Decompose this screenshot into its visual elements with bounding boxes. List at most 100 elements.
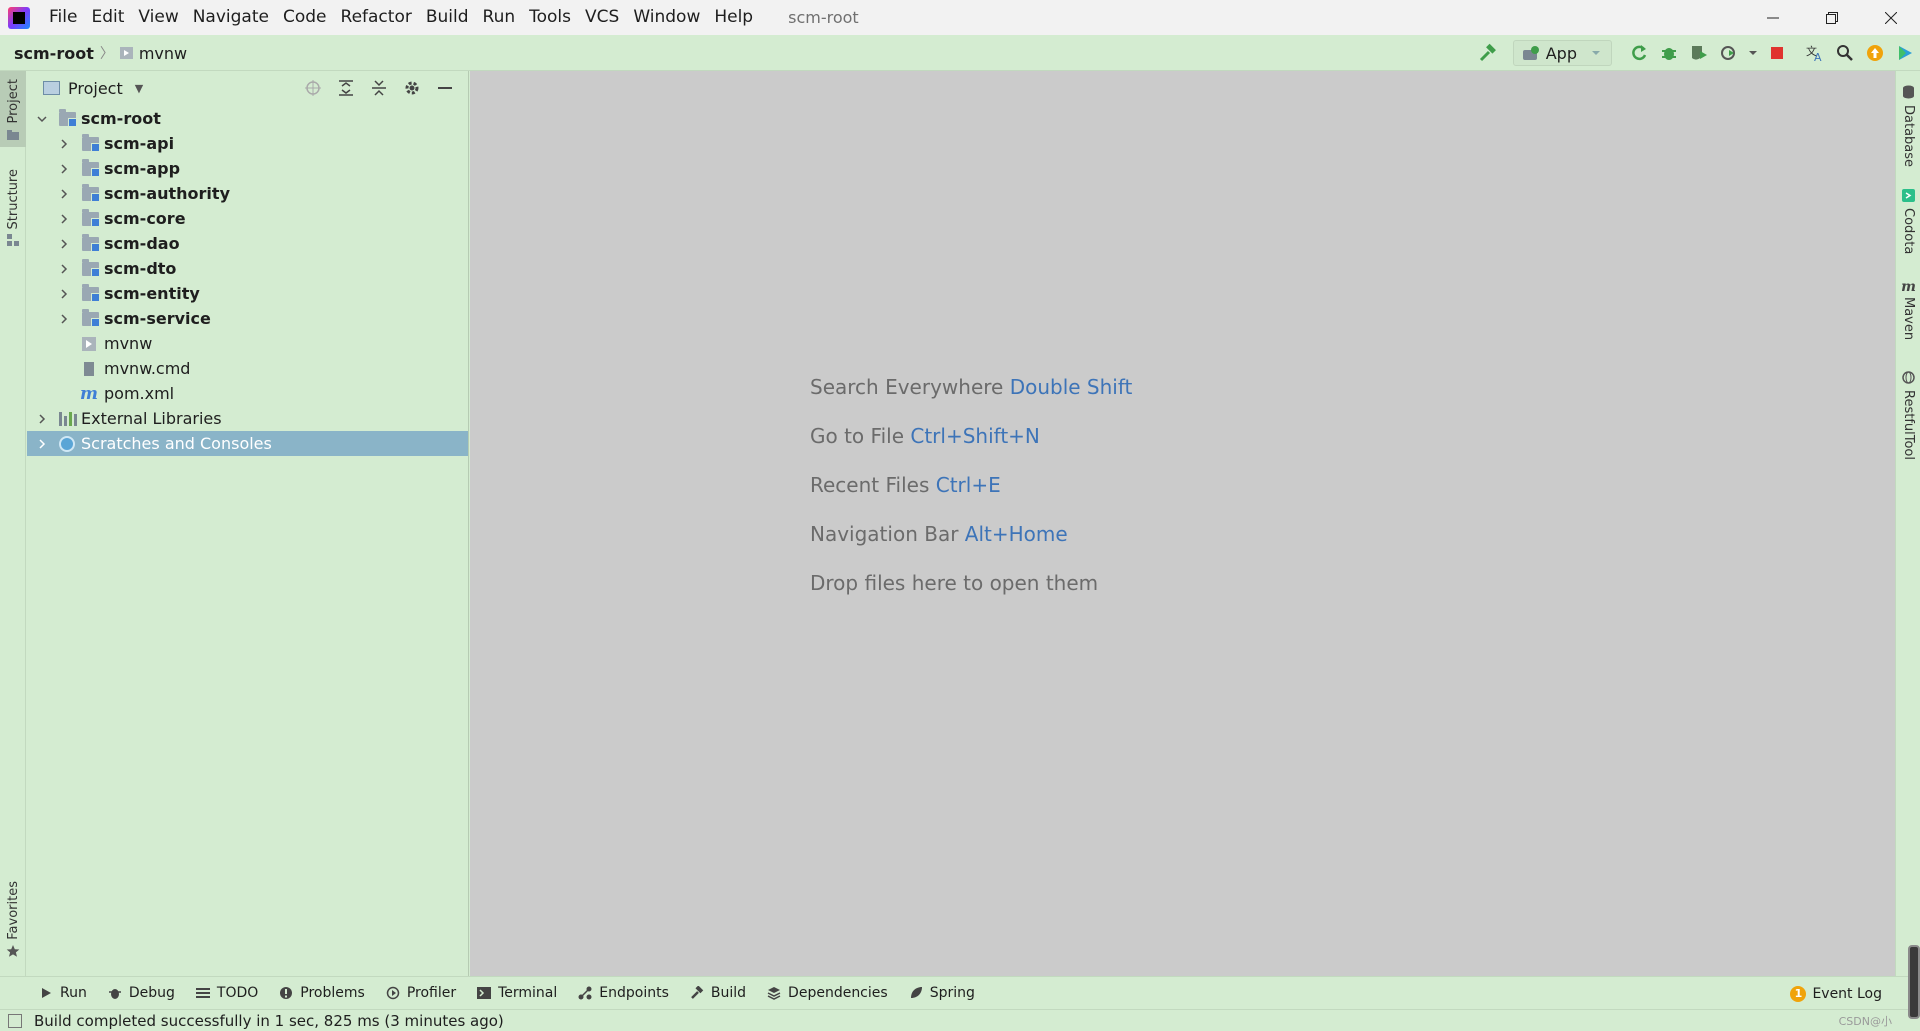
chevron-right-icon[interactable] [57,287,71,301]
chevron-right-icon[interactable] [57,162,71,176]
tool-tab-endpoints[interactable]: Endpoints [577,985,669,1001]
right-tool-strip: Database Codota m Maven RestfulTool [1895,71,1920,976]
profiler-icon [385,985,401,1001]
terminal-file-icon [82,336,96,351]
run-configuration-selector[interactable]: App [1512,40,1612,66]
search-everywhere-button[interactable] [1830,38,1860,68]
library-icon [59,411,77,426]
tool-tab-restfultool[interactable]: RestfulTool [1896,371,1920,460]
tool-tab-problems[interactable]: Problems [278,985,365,1001]
plugin-button[interactable] [1890,38,1920,68]
tool-tab-label: Dependencies [788,985,888,1001]
chevron-right-icon[interactable] [57,312,71,326]
toggle-tool-windows-button[interactable] [8,1013,22,1028]
memory-indicator[interactable] [1908,945,1920,1019]
close-window-button[interactable] [1862,0,1920,35]
tree-item-scm-service[interactable]: scm-service [27,306,468,331]
tool-tab-label: TODO [216,985,259,1001]
tool-tab-maven[interactable]: m Maven [1896,279,1920,340]
menu-file[interactable]: File [42,0,84,35]
editor-empty-hints: Search Everywhere Double Shift Go to Fil… [810,363,1132,608]
tool-tab-profiler[interactable]: Profiler [385,985,456,1001]
chevron-right-icon[interactable] [35,437,49,451]
tool-tab-event-log[interactable]: 1 Event Log [1790,977,1882,1010]
chevron-down-icon: ▼ [134,81,144,95]
build-project-button[interactable] [1473,38,1503,68]
tool-tab-debug[interactable]: Debug [107,985,175,1001]
tree-item-scm-entity[interactable]: scm-entity [27,281,468,306]
editor-area[interactable]: Search Everywhere Double Shift Go to Fil… [470,71,1895,976]
tree-item-external-libraries[interactable]: External Libraries [27,406,468,431]
menu-code[interactable]: Code [276,0,334,35]
update-button[interactable] [1860,38,1890,68]
panel-settings-button[interactable] [401,77,423,99]
breadcrumb-root[interactable]: scm-root [14,44,94,63]
tool-tab-todo[interactable]: TODO [195,985,258,1001]
hint-text: Drop files here to open them [810,571,1099,595]
menu-view[interactable]: View [131,0,185,35]
collapse-all-button[interactable] [368,77,390,99]
menu-refactor[interactable]: Refactor [334,0,419,35]
module-folder-icon [82,258,100,277]
tree-item-label: scm-api [104,134,175,153]
menu-edit[interactable]: Edit [84,0,131,35]
tree-item-scm-authority[interactable]: scm-authority [27,181,468,206]
menu-help[interactable]: Help [707,0,760,35]
coverage-button[interactable] [1684,38,1714,68]
tree-item-scm-app[interactable]: scm-app [27,156,468,181]
tree-item-scm-api[interactable]: scm-api [27,131,468,156]
chevron-right-icon[interactable] [57,237,71,251]
update-arrow-icon [1867,45,1883,61]
tool-tab-structure[interactable]: Structure [0,169,26,247]
debug-button[interactable] [1654,38,1684,68]
restore-button[interactable] [1803,0,1861,35]
tree-item-scratches-and-consoles[interactable]: Scratches and Consoles [27,431,468,456]
tool-tab-run[interactable]: Run [38,985,87,1001]
menu-navigate[interactable]: Navigate [186,0,276,35]
spring-boot-icon [1522,46,1539,60]
more-run-options-button[interactable] [1744,38,1762,68]
chevron-right-icon[interactable] [57,187,71,201]
tree-item-scm-dto[interactable]: scm-dto [27,256,468,281]
tree-item-scm-core[interactable]: scm-core [27,206,468,231]
tool-tab-terminal[interactable]: Terminal [476,985,557,1001]
project-view-selector[interactable]: Project ▼ [43,79,143,98]
tree-item-label: scm-authority [104,184,230,203]
tree-item-scm-root[interactable]: scm-root [27,106,468,131]
tool-tab-label: Build [710,985,747,1001]
chevron-right-icon[interactable] [57,212,71,226]
chevron-right-icon[interactable] [57,137,71,151]
menu-window[interactable]: Window [626,0,707,35]
chevron-right-icon[interactable] [57,262,71,276]
menu-build[interactable]: Build [419,0,476,35]
tool-tab-build[interactable]: Build [689,985,746,1001]
stop-button[interactable] [1762,38,1792,68]
status-message[interactable]: Build completed successfully in 1 sec, 8… [34,1012,504,1030]
menu-run[interactable]: Run [476,0,523,35]
chevron-down-icon[interactable] [35,112,49,126]
hide-panel-button[interactable] [434,77,456,99]
chevron-right-icon[interactable] [35,412,49,426]
minimize-button[interactable] [1744,0,1802,35]
tool-tab-dependencies[interactable]: Dependencies [766,985,888,1001]
translate-button[interactable]: 文A [1800,38,1830,68]
tree-item-pom-xml[interactable]: m pom.xml [27,381,468,406]
tool-tab-database[interactable]: Database [1896,85,1920,167]
tree-item-scm-dao[interactable]: scm-dao [27,231,468,256]
tool-tab-project[interactable]: Project [0,71,26,147]
expand-all-button[interactable] [335,77,357,99]
rerun-button[interactable] [1624,38,1654,68]
tool-tab-database-label: Database [1901,105,1916,168]
tree-item-mvnw[interactable]: mvnw [27,331,468,356]
menu-tools[interactable]: Tools [522,0,578,35]
profile-button[interactable] [1714,38,1744,68]
menu-vcs[interactable]: VCS [578,0,626,35]
tool-tab-favorites[interactable]: Favorites [0,881,26,958]
event-count-badge: 1 [1790,985,1807,1002]
breadcrumb-separator: 〉 [99,46,114,62]
tree-item-mvnw-cmd[interactable]: mvnw.cmd [27,356,468,381]
tool-tab-spring[interactable]: Spring [908,985,975,1001]
breadcrumb-file[interactable]: mvnw [139,44,187,63]
tool-tab-codota[interactable]: Codota [1896,189,1920,254]
select-opened-file-button[interactable] [302,77,324,99]
